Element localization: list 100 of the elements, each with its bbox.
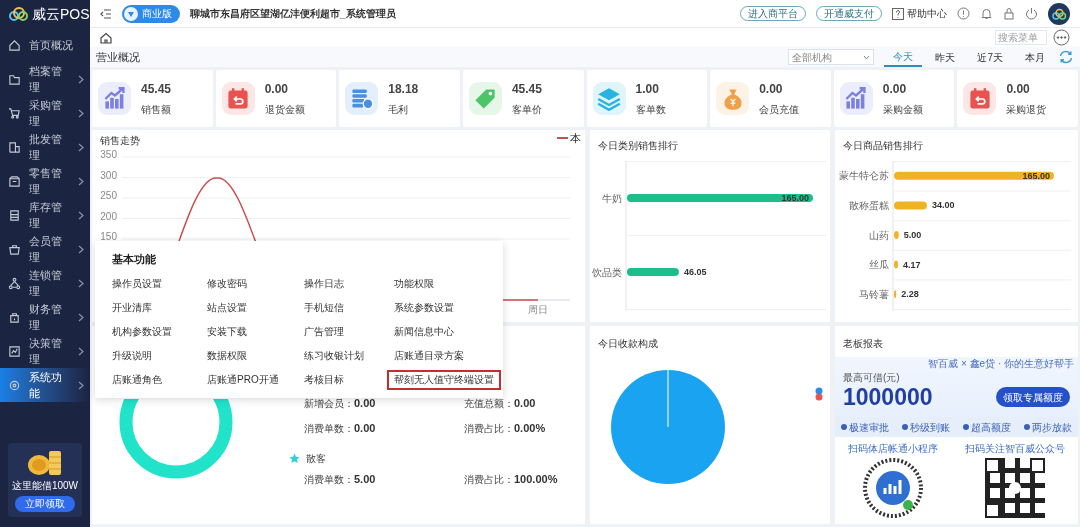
ad-amount: 1000000 bbox=[843, 385, 933, 409]
sidebar-item[interactable]: 采购管理 bbox=[0, 96, 90, 130]
category-label: 丝瓜 bbox=[869, 259, 889, 271]
bag-icon bbox=[8, 310, 21, 324]
axis-tick-label: 250 bbox=[100, 190, 117, 201]
sidebar-item[interactable]: 财务管理 bbox=[0, 300, 90, 334]
menu-item[interactable]: 安装下载 bbox=[200, 321, 254, 342]
stat-value: 45.45 bbox=[141, 81, 172, 98]
range-tab[interactable]: 近7天 bbox=[968, 47, 1012, 67]
logo-icon bbox=[8, 7, 28, 21]
menu-item[interactable]: 店账通目录方案 bbox=[387, 345, 471, 366]
claim-button[interactable]: 领取专属额度 bbox=[996, 387, 1070, 407]
lock-icon[interactable] bbox=[1003, 7, 1015, 20]
menu-item[interactable]: 机构参数设置 bbox=[105, 321, 179, 342]
more-icon[interactable] bbox=[1053, 29, 1070, 46]
menu-item[interactable]: 升级说明 bbox=[105, 345, 159, 366]
qr-code-icon bbox=[984, 458, 1045, 518]
menu-item[interactable]: 帮刻无人值守终端设置 bbox=[387, 369, 501, 390]
value-label: 5.00 bbox=[903, 230, 922, 240]
range-tab[interactable]: 本月 bbox=[1016, 47, 1054, 67]
refresh-icon[interactable] bbox=[1058, 50, 1074, 64]
menu-item[interactable]: 操作日志 bbox=[297, 273, 351, 294]
stat-label: 采购退货 bbox=[1006, 103, 1047, 117]
sidebar-item[interactable]: 批发管理 bbox=[0, 130, 90, 164]
menu-item[interactable]: 操作员设置 bbox=[105, 273, 169, 294]
menu-item[interactable]: 广告管理 bbox=[297, 321, 351, 342]
menu-item[interactable]: 考核目标 bbox=[297, 369, 351, 390]
menu-item[interactable]: 店账通角色 bbox=[105, 369, 169, 390]
sidebar-item[interactable]: 会员管理 bbox=[0, 232, 90, 266]
range-tab[interactable]: 昨天 bbox=[926, 47, 965, 67]
promo-text: 这里能借100W bbox=[11, 479, 79, 493]
check-dot-icon bbox=[902, 424, 909, 430]
menu-item[interactable]: 新闻信息中心 bbox=[387, 321, 461, 342]
menu-item[interactable]: 系统参数设置 bbox=[387, 297, 461, 318]
category-label: 散称蛋糕 bbox=[849, 199, 889, 211]
stat-label: 客单价 bbox=[511, 103, 542, 117]
sidebar-item[interactable]: 连锁管理 bbox=[0, 266, 90, 300]
panel-title: 销售走势 bbox=[100, 134, 140, 148]
stat-text: 消费单数：5.00 bbox=[304, 472, 377, 487]
stat-value: 1.00 bbox=[635, 81, 660, 98]
stat-text: 消费占比：0.00% bbox=[464, 420, 547, 436]
caret-icon bbox=[863, 54, 871, 60]
menu-item[interactable]: 练习收银计划 bbox=[297, 345, 371, 366]
shop-icon bbox=[8, 174, 21, 188]
menu-item[interactable]: 开业清库 bbox=[105, 297, 159, 318]
check-dot-icon bbox=[962, 424, 969, 430]
stat-label: 退货金额 bbox=[264, 103, 305, 117]
bell-icon[interactable] bbox=[980, 7, 993, 20]
home-icon[interactable] bbox=[100, 31, 112, 44]
value-label: 2.28 bbox=[901, 289, 919, 300]
help-link[interactable]: 帮助中心 bbox=[907, 6, 947, 21]
category-label: 山药 bbox=[869, 229, 889, 241]
search-field[interactable]: 搜索菜单 bbox=[995, 30, 1047, 45]
legend-label: 本 bbox=[570, 132, 581, 144]
stat-text: 充值总额：0.00 bbox=[464, 396, 537, 411]
sidebar-item[interactable]: 档案管理 bbox=[0, 62, 90, 96]
sidebar-item[interactable]: 库存管理 bbox=[0, 198, 90, 232]
category-label: 牛奶 bbox=[602, 192, 622, 204]
range-tab[interactable]: 今天 bbox=[884, 47, 923, 67]
category-label: 马铃薯 bbox=[859, 288, 889, 300]
menu-item[interactable]: 功能权限 bbox=[387, 273, 441, 294]
ad-caption: 最高可借(元) bbox=[843, 371, 901, 385]
bar bbox=[894, 231, 899, 239]
menu-item[interactable]: 站点设置 bbox=[200, 297, 254, 318]
sidebar-item[interactable]: 首页概况 bbox=[0, 28, 90, 62]
info-icon[interactable] bbox=[957, 7, 970, 20]
org-select[interactable]: 全部机构 bbox=[788, 49, 875, 65]
claim-button[interactable]: 立即领取 bbox=[15, 496, 75, 512]
bar bbox=[894, 290, 897, 299]
menu-fold-icon[interactable] bbox=[100, 8, 112, 19]
value-label: 34.00 bbox=[931, 200, 955, 211]
sidebar-item[interactable]: 零售管理 bbox=[0, 164, 90, 198]
value-label: 46.05 bbox=[683, 267, 707, 277]
building-icon bbox=[8, 140, 21, 154]
sidebar-item[interactable]: 系统功能 bbox=[0, 368, 90, 402]
menu-item[interactable]: 修改密码 bbox=[200, 273, 254, 294]
avatar-icon[interactable] bbox=[1048, 2, 1070, 25]
panel-title: 老板报表 bbox=[842, 337, 884, 351]
edition-badge: 商业版 bbox=[122, 4, 180, 23]
help-icon[interactable] bbox=[892, 7, 904, 20]
gear-icon bbox=[8, 378, 21, 392]
feature-label: 两步放款 bbox=[1031, 420, 1072, 435]
category-label: 饮品类 bbox=[592, 266, 622, 278]
bar bbox=[627, 268, 679, 276]
menu-item[interactable]: 手机短信 bbox=[297, 297, 351, 318]
qr-caption: 扫码关注智百威公众号 bbox=[964, 442, 1065, 456]
feature-label: 超高额度 bbox=[970, 420, 1011, 435]
menu-item[interactable]: 数据权限 bbox=[200, 345, 254, 366]
bag-icon bbox=[8, 242, 21, 256]
feature-label: 极速审批 bbox=[849, 420, 890, 435]
axis-tick-label: 350 bbox=[100, 149, 117, 160]
menu-item[interactable]: 店账通PRO开通 bbox=[200, 369, 286, 390]
stat-value: 0.00 bbox=[1006, 81, 1031, 98]
popup-title: 基本功能 bbox=[111, 252, 157, 267]
power-icon[interactable] bbox=[1025, 7, 1038, 20]
bar bbox=[894, 260, 899, 269]
stat-text: 新增会员：0.00 bbox=[304, 396, 377, 411]
sidebar-item[interactable]: 决策管理 bbox=[0, 334, 90, 368]
feature-label: 秒级到账 bbox=[910, 420, 951, 435]
document-icon bbox=[8, 208, 21, 222]
